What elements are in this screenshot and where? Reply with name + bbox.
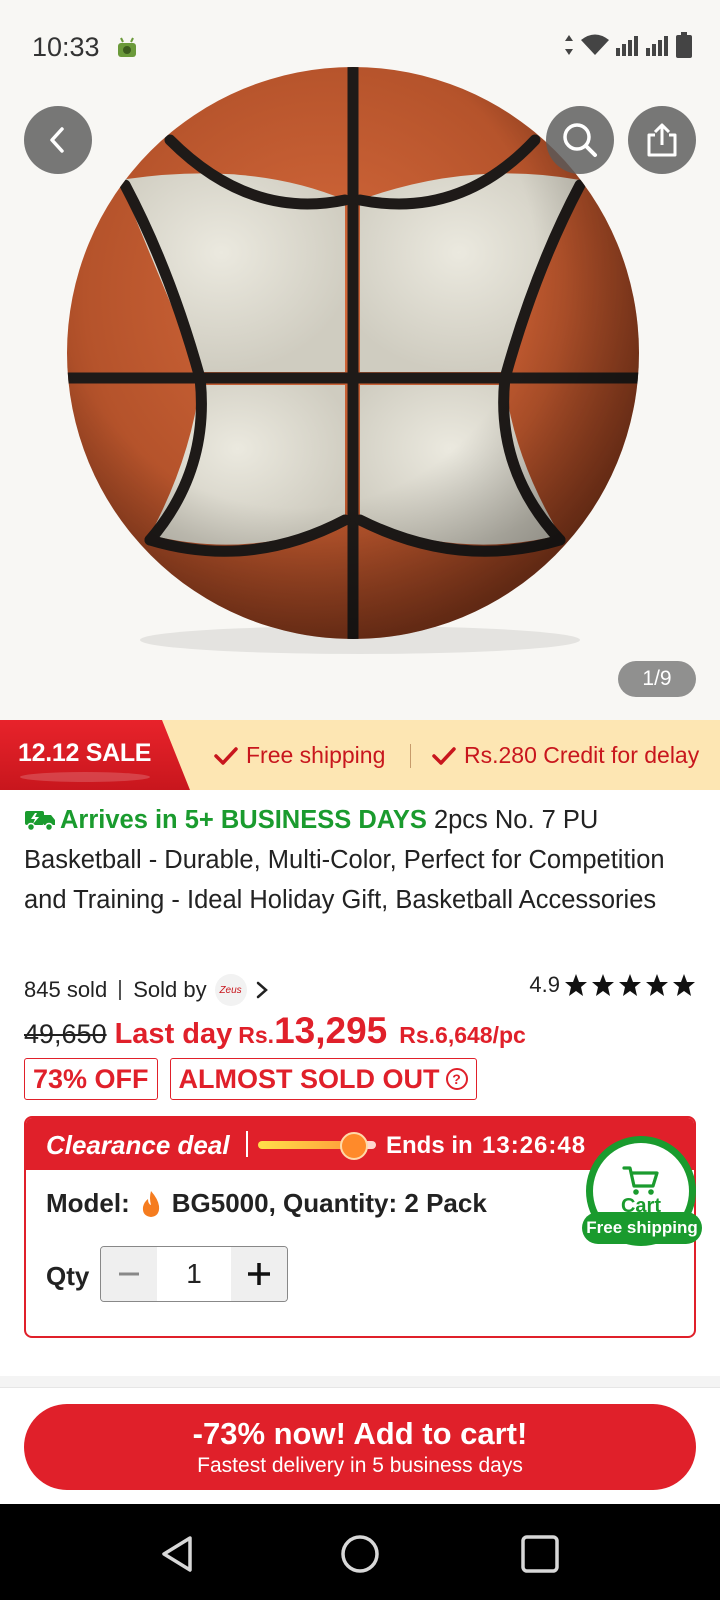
add-to-cart-button[interactable]: -73% now! Add to cart! Fastest delivery … [24,1404,696,1490]
search-button[interactable] [546,106,614,174]
perk-free-shipping: Free shipping [214,742,385,769]
share-icon [647,123,677,157]
current-price: 13,295 [274,1010,388,1051]
sale-badge: 12.12 SALE [0,720,190,790]
sold-count: 845 sold [24,977,108,1002]
battery-icon [676,32,692,58]
signal-icon-2 [646,36,668,56]
rating[interactable]: 4.9 [529,972,696,998]
deal-label: Clearance deal [46,1130,230,1160]
wifi-icon [581,34,609,55]
qty-label: Qty [46,1261,90,1291]
original-price: 49,650 [24,1019,107,1049]
countdown-timer: 13:26:48 [482,1132,587,1159]
question-icon[interactable]: ? [445,1068,468,1090]
star-icon [619,974,641,996]
perk-2-label: Rs.280 Credit for delay [464,742,700,768]
seller-info[interactable]: 845 sold Sold by Zeus [24,974,269,1006]
minus-icon [119,1272,139,1276]
perk-credit: Rs.280 Credit for delay [432,742,699,769]
seller-logo[interactable]: Zeus [214,974,247,1006]
price-tags: 73% OFF ALMOST SOLD OUT ? [24,1058,477,1100]
sale-label: 12.12 SALE [18,739,152,767]
increment-button[interactable] [231,1247,287,1301]
sold-by-label: Sold by [133,977,207,1002]
signal-icon [616,36,638,56]
share-button[interactable] [628,106,696,174]
product-title: Arrives in 5+ BUSINESS DAYS 2pcs No. 7 P… [24,800,684,920]
star-icon [592,974,614,996]
system-nav-bar [0,1504,720,1600]
search-icon [563,123,597,157]
perk-divider [410,744,411,768]
nav-home-icon[interactable] [338,1532,382,1576]
star-icon [565,974,587,996]
status-icons [564,32,692,58]
model-selector[interactable]: Model: BG5000, Quantity: 2 Pack [46,1188,487,1219]
android-debug-icon [118,37,136,57]
data-arrows-icon [565,35,573,55]
arrives-label: Arrives in 5+ BUSINESS DAYS [24,806,427,834]
add-to-cart-label: -73% now! Add to cart! [192,1416,528,1451]
model-label: Model: [46,1188,130,1218]
quantity-value[interactable]: 1 [157,1247,231,1301]
star-icon [646,974,668,996]
free-shipping-pill: Free shipping [582,1212,702,1244]
discount-tag: 73% OFF [24,1058,158,1100]
check-icon [432,746,456,765]
decrement-button[interactable] [101,1247,157,1301]
perk-1-label: Free shipping [246,742,386,768]
clock-icon [340,1132,368,1160]
product-image-gallery[interactable]: 1/9 [0,0,720,720]
rating-stars [564,973,696,997]
ends-in-label: Ends in [386,1132,473,1159]
per-piece-price: Rs.6,648/pc [399,1022,526,1048]
stock-tag[interactable]: ALMOST SOLD OUT ? [169,1058,477,1100]
sale-banner[interactable]: 12.12 SALE Free shipping Rs.280 Credit f… [0,720,720,790]
star-icon [673,974,695,996]
fire-icon [142,1190,159,1217]
truck-icon [25,811,55,832]
product-image [67,67,639,654]
currency-label: Rs. [238,1022,275,1048]
section-divider [0,1376,720,1388]
cart-icon [622,1165,659,1195]
back-button[interactable] [24,106,92,174]
status-time: 10:33 [32,32,100,62]
stock-tag-label: ALMOST SOLD OUT [178,1063,440,1094]
chevron-left-icon [50,127,64,153]
model-value: BG5000, Quantity: 2 Pack [171,1188,487,1218]
status-bar: 10:33 [0,0,720,96]
price-row: 49,650 Last day Rs. 13,295 Rs.6,648/pc [24,1010,696,1060]
nav-back-icon[interactable] [156,1532,200,1576]
check-icon [214,746,238,765]
rating-value: 4.9 [529,972,560,997]
deal-divider [246,1131,248,1157]
last-day-label: Last day [114,1018,233,1050]
meta-divider [119,980,122,1000]
add-to-cart-sublabel: Fastest delivery in 5 business days [197,1454,523,1477]
image-page-indicator: 1/9 [618,661,696,697]
nav-recents-icon[interactable] [518,1532,562,1576]
product-meta-row: 845 sold Sold by Zeus 4.9 [24,970,696,1006]
plus-icon [248,1263,270,1285]
chevron-right-icon [256,981,268,999]
quantity-stepper: 1 [100,1246,288,1302]
